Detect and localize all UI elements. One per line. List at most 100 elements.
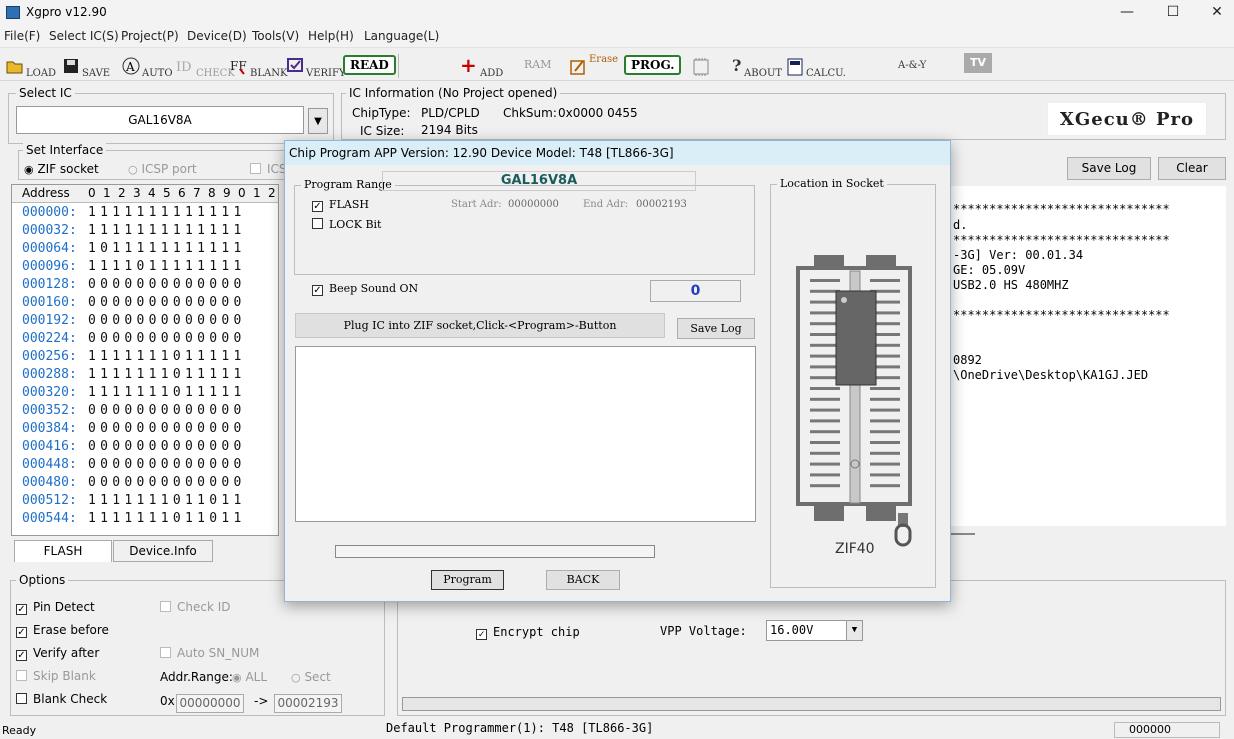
socket-pin	[870, 430, 900, 434]
grid-row-bits[interactable]: 0000000000000	[88, 403, 246, 418]
grid-row-bits[interactable]: 0000000000000	[88, 421, 246, 436]
grid-row-bits[interactable]: 1111111011011	[88, 511, 246, 526]
erase-before-checkbox[interactable]: ✓ Erase before	[16, 623, 109, 638]
vpp-voltage-label: VPP Voltage:	[660, 624, 747, 638]
erase-button[interactable]: Erase	[569, 51, 618, 79]
blank-button[interactable]: FF BLANK	[230, 51, 287, 79]
skip-blank-label: Skip Blank	[33, 669, 96, 683]
grid-row-bits[interactable]: 1111111011111	[88, 367, 246, 382]
grid-row-bits[interactable]: 1111111111111	[88, 205, 246, 220]
ram-button[interactable]: RAM	[524, 51, 552, 79]
grid-row-bits[interactable]: 0000000000000	[88, 277, 246, 292]
flash-checkbox[interactable]: ✓ FLASH	[312, 198, 369, 212]
clear-button[interactable]: Clear	[1158, 157, 1226, 180]
dialog-log-area[interactable]	[295, 346, 756, 522]
menu-tools[interactable]: Tools(V)	[252, 29, 299, 43]
grid-row-bits[interactable]: 0000000000000	[88, 331, 246, 346]
back-button[interactable]: BACK	[546, 570, 620, 590]
checkbox-icon	[16, 693, 27, 704]
zif-socket-label: ZIF socket	[37, 162, 99, 176]
auto-sn-checkbox[interactable]: Auto SN_NUM	[160, 646, 259, 660]
about-button[interactable]: ? ABOUT	[732, 51, 782, 80]
prog-button[interactable]: PROG.	[624, 55, 682, 75]
skip-blank-checkbox[interactable]: Skip Blank	[16, 669, 96, 683]
log-output[interactable]: ****************************** d. ******…	[951, 186, 1226, 526]
check-id-checkbox[interactable]: Check ID	[160, 600, 231, 614]
checkmark-icon: ✓	[16, 650, 27, 661]
beep-sound-checkbox[interactable]: ✓ Beep Sound ON	[312, 282, 418, 296]
tab-flash[interactable]: FLASH	[14, 540, 112, 562]
checkbox-icon	[312, 218, 323, 229]
chip-icon	[690, 57, 709, 76]
grid-row-bits[interactable]: 1111111011111	[88, 349, 246, 364]
grid-row-bits[interactable]: 1011111111111	[88, 241, 246, 256]
logic-button[interactable]: A-&-Y	[898, 51, 926, 79]
blank-check-checkbox[interactable]: Blank Check	[16, 692, 107, 706]
dialog-chip-name: GAL16V8A	[382, 171, 696, 191]
menu-select-ic[interactable]: Select IC(S)	[49, 29, 119, 43]
start-adr-value: 00000000	[508, 199, 559, 210]
menu-language[interactable]: Language(L)	[364, 29, 439, 43]
ic-name-field[interactable]: GAL16V8A	[16, 106, 304, 134]
program-button[interactable]: Program	[431, 570, 504, 590]
minimize-icon[interactable]: —	[1104, 0, 1150, 26]
grid-row-bits[interactable]: 0000000000000	[88, 439, 246, 454]
ics-checkbox[interactable]: ICS	[250, 162, 287, 176]
title-bar: Xgpro v12.90 — ☐ ✕	[0, 0, 1234, 26]
grid-row-bits[interactable]: 1111111011011	[88, 493, 246, 508]
socket-pin	[870, 419, 900, 423]
calcu-button[interactable]: CALCU.	[786, 51, 846, 79]
read-button[interactable]: READ	[343, 55, 396, 75]
zif-socket-radio[interactable]: ◉ ZIF socket	[24, 162, 99, 176]
floppy-icon	[62, 57, 80, 75]
range-sect-label: Sect	[304, 670, 331, 684]
close-icon[interactable]: ✕	[1194, 0, 1234, 26]
grid-row-bits[interactable]: 1111011111111	[88, 259, 246, 274]
grid-row-address: 000320:	[22, 385, 77, 400]
col-header: 6	[178, 186, 186, 200]
range-sect-radio[interactable]: ○ Sect	[291, 670, 331, 684]
start-address-field[interactable]: 00000000	[176, 694, 244, 713]
grid-row-bits[interactable]: 0000000000000	[88, 457, 246, 472]
vpp-voltage-select[interactable]: 16.00V ▼	[766, 620, 863, 641]
lock-bit-checkbox[interactable]: LOCK Bit	[312, 218, 381, 231]
grid-row-bits[interactable]: 1111111111111	[88, 223, 246, 238]
chip-button[interactable]	[690, 51, 710, 79]
socket-pin	[810, 441, 840, 444]
menu-project[interactable]: Project(P)	[121, 29, 179, 43]
range-all-radio[interactable]: ◉ ALL	[232, 670, 267, 684]
auto-button[interactable]: A AUTO	[122, 51, 173, 79]
checkmark-icon: ✓	[312, 285, 323, 296]
save-button[interactable]: SAVE	[62, 51, 110, 79]
grid-row-bits[interactable]: 1111111011111	[88, 385, 246, 400]
icsp-port-radio[interactable]: ○ ICSP port	[128, 162, 197, 176]
end-address-field[interactable]: 00002193	[274, 694, 342, 713]
xgecu-logo: XGecu® Pro	[1047, 102, 1207, 136]
encrypt-chip-checkbox[interactable]: ✓ Encrypt chip	[476, 625, 580, 640]
grid-row-bits[interactable]: 0000000000000	[88, 295, 246, 310]
dialog-save-log-button[interactable]: Save Log	[677, 318, 755, 339]
grid-row-address: 000544:	[22, 511, 77, 526]
menu-file[interactable]: File(F)	[4, 29, 40, 43]
check-button[interactable]: ID CHECK	[176, 51, 235, 79]
maximize-icon[interactable]: ☐	[1150, 0, 1196, 26]
tab-device-info[interactable]: Device.Info	[113, 540, 213, 562]
end-adr-value: 00002193	[636, 199, 687, 210]
tv-button[interactable]: TV	[964, 53, 992, 73]
grid-row-address: 000480:	[22, 475, 77, 490]
menu-help[interactable]: Help(H)	[308, 29, 354, 43]
verify-after-checkbox[interactable]: ✓ Verify after	[16, 646, 99, 661]
dialog-title: Chip Program APP Version: 12.90 Device M…	[285, 141, 950, 165]
save-log-button[interactable]: Save Log	[1067, 157, 1151, 180]
bit-grid[interactable]: Address 0 1 2 3 4 5 6 7 8 9 0 1 2 000000…	[11, 184, 279, 536]
plus-icon: +	[460, 53, 477, 77]
verify-button[interactable]: VERIFY	[286, 51, 346, 79]
log-scrollbar[interactable]	[951, 533, 975, 535]
menu-device[interactable]: Device(D)	[187, 29, 247, 43]
load-button[interactable]: LOAD	[6, 51, 56, 79]
grid-row-bits[interactable]: 0000000000000	[88, 475, 246, 490]
ic-dropdown-button[interactable]: ▼	[308, 108, 328, 134]
pin-detect-checkbox[interactable]: ✓ Pin Detect	[16, 600, 95, 615]
grid-row-bits[interactable]: 0000000000000	[88, 313, 246, 328]
add-button[interactable]: + ADD	[460, 51, 503, 79]
